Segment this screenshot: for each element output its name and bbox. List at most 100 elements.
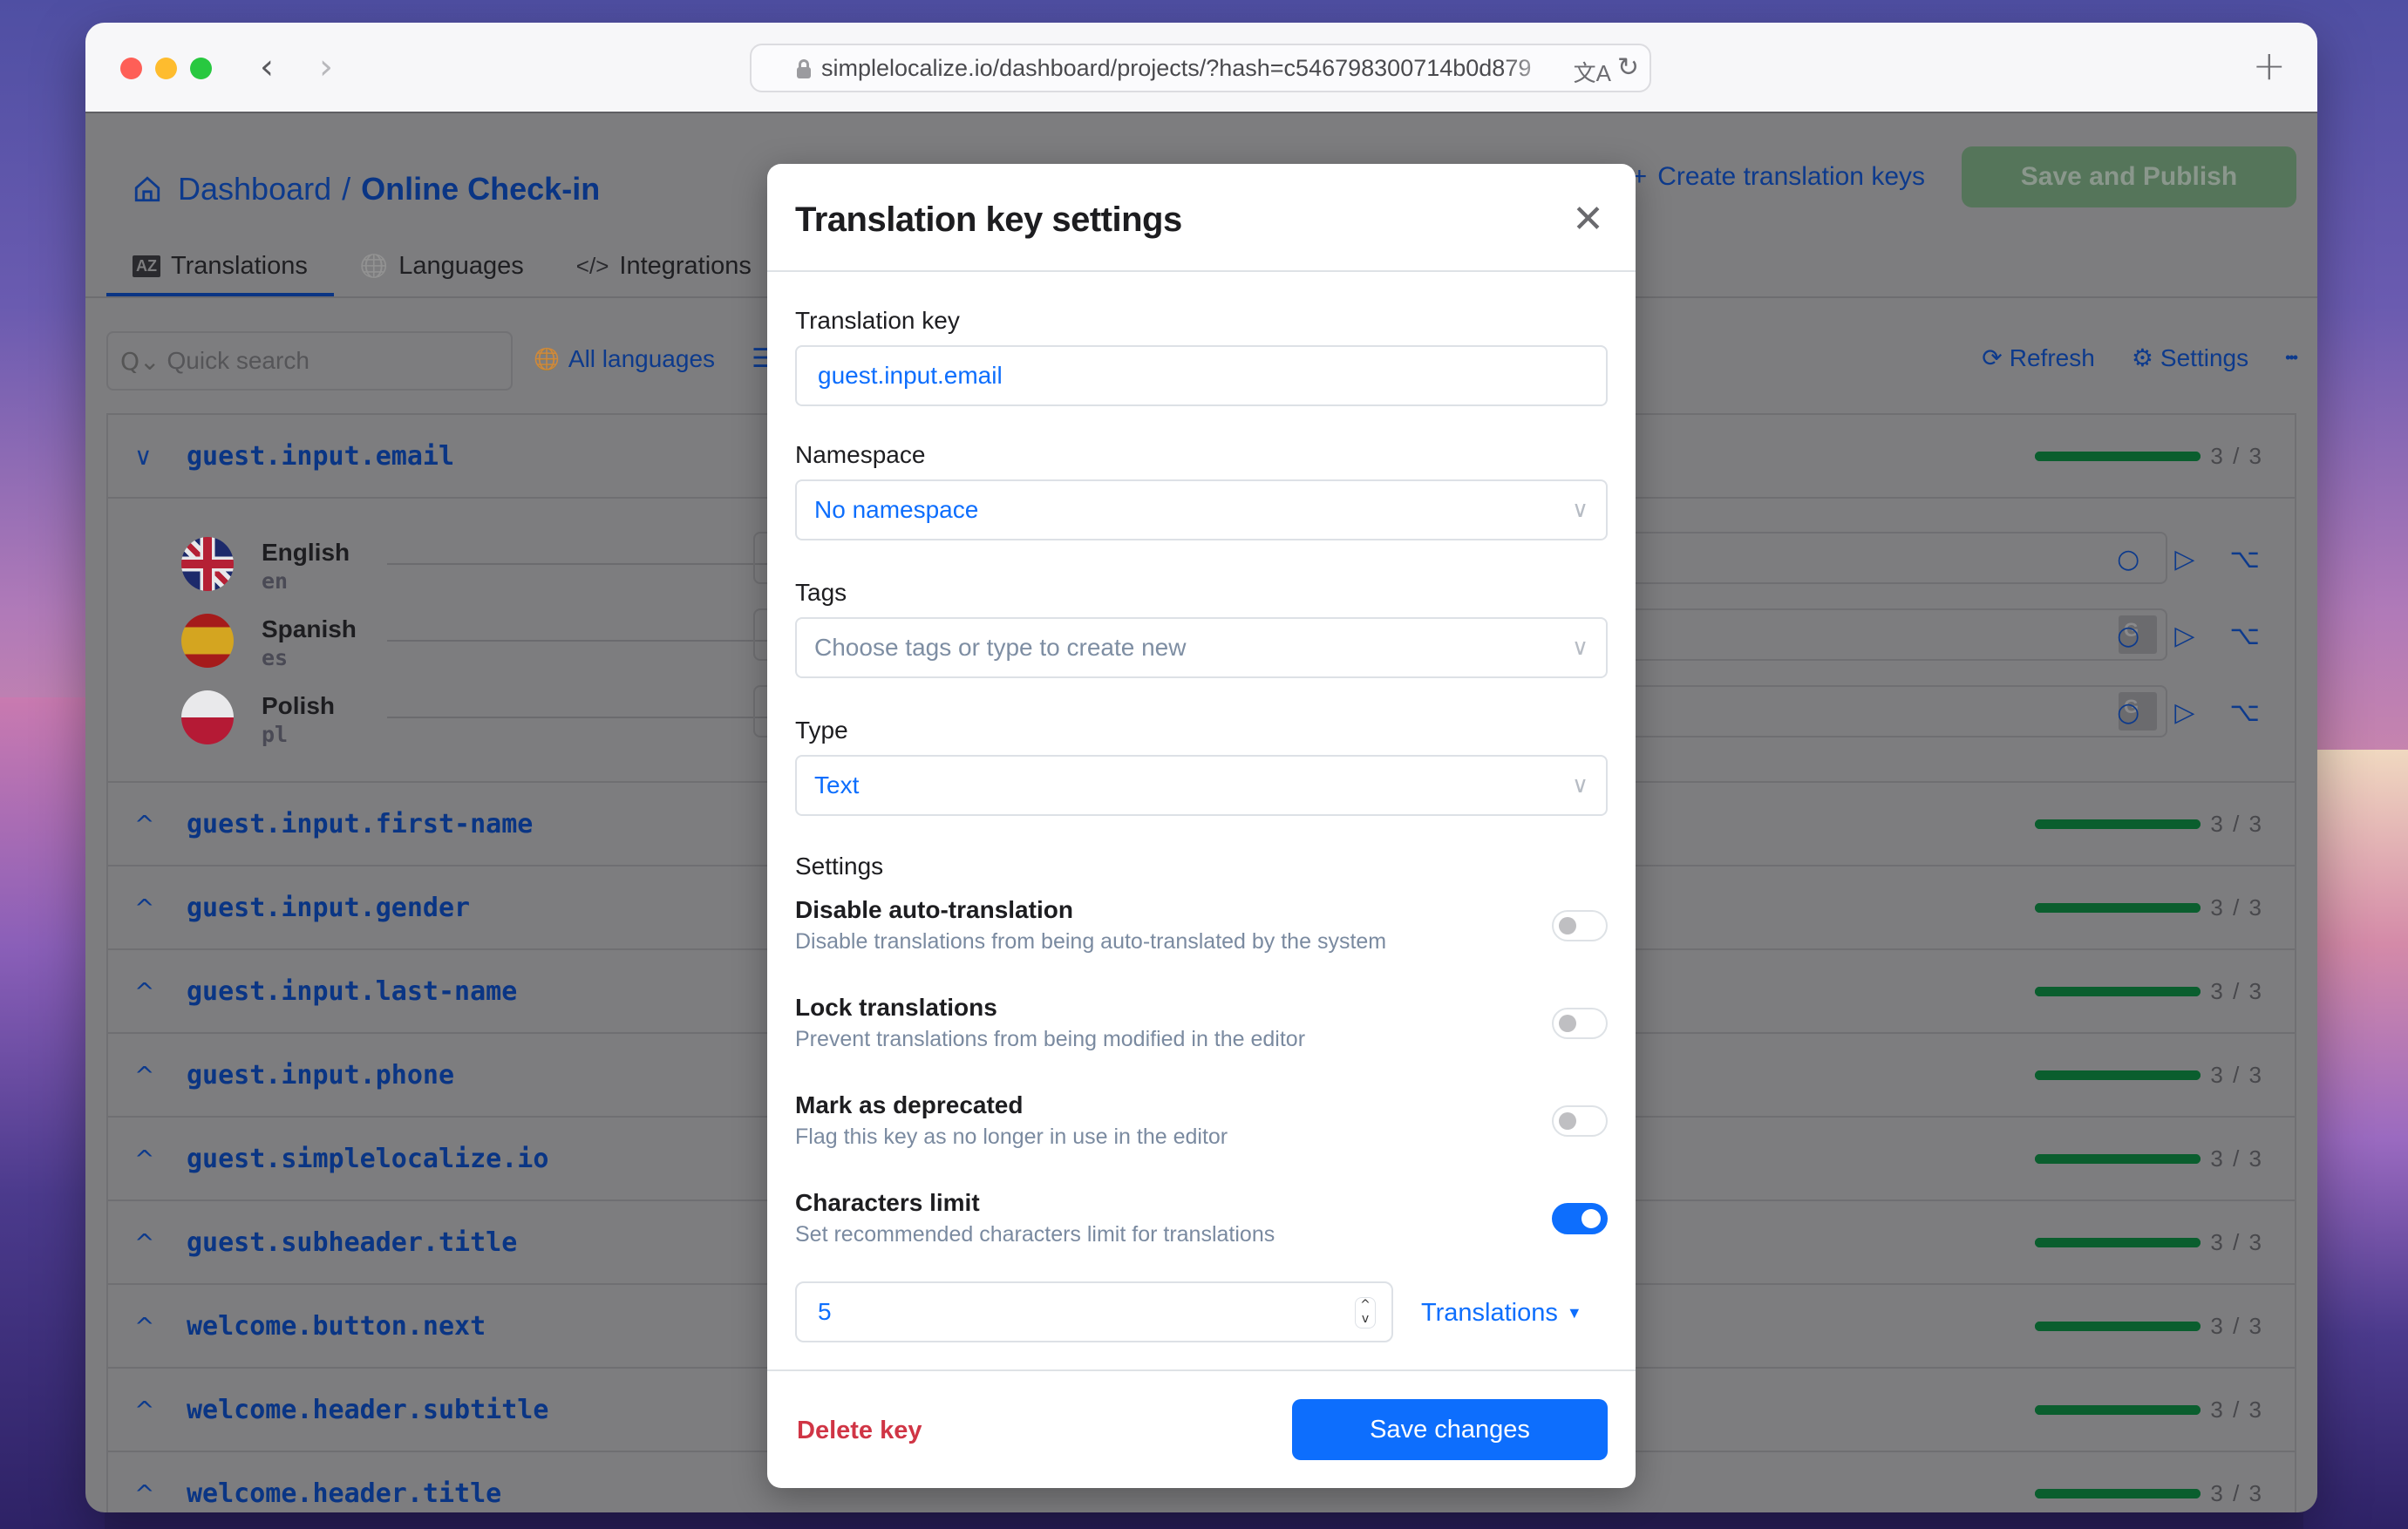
setting-description: Set recommended characters limit for tra… (795, 1222, 1275, 1247)
namespace-select[interactable]: No namespace ∨ (795, 479, 1608, 540)
key-name[interactable]: guest.input.email (187, 441, 454, 472)
url-text[interactable]: simplelocalize.io/dashboard/projects/?ha… (821, 55, 1562, 82)
translation-key-value: guest.input.email (818, 362, 1003, 389)
tab-integrations[interactable]: </> Integrations (550, 235, 778, 296)
setting-disable-auto-translation: Disable auto-translation Disable transla… (795, 896, 1608, 969)
progress-fill (2035, 1070, 2201, 1080)
progress-fill (2035, 819, 2201, 829)
quick-search-input[interactable]: Q⌄ Quick search (106, 331, 513, 391)
zoom-window-button[interactable] (190, 58, 212, 79)
translation-key-input[interactable]: guest.input.email (795, 345, 1608, 406)
tab-languages[interactable]: 🌐 Languages (334, 235, 550, 296)
globe-icon: 🌐 (359, 252, 389, 279)
review-status-icon[interactable]: ○ (2117, 697, 2139, 728)
forward-icon[interactable]: › (319, 47, 333, 87)
caret-down-icon: ▼ (1566, 1304, 1582, 1322)
reload-icon[interactable]: ↻ (1617, 52, 1639, 83)
limit-scope-dropdown[interactable]: Translations ▼ (1421, 1299, 1582, 1328)
play-icon[interactable]: ▷ (2174, 621, 2194, 651)
chevron-down-icon: ∨ (1571, 497, 1588, 523)
review-status-icon[interactable]: ○ (2117, 621, 2139, 651)
progress-count: 3 / 3 (2210, 1312, 2263, 1339)
address-bar[interactable]: simplelocalize.io/dashboard/projects/?ha… (750, 44, 1651, 92)
modal-header: Translation key settings ✕ (767, 164, 1636, 272)
key-name[interactable]: welcome.header.subtitle (187, 1395, 548, 1425)
tab-label: Integrations (619, 251, 752, 280)
minimize-window-button[interactable] (155, 58, 177, 79)
key-name[interactable]: guest.input.last-name (187, 976, 517, 1007)
key-name[interactable]: guest.input.gender (187, 893, 470, 923)
chevron-down-icon[interactable]: ∨ (134, 442, 153, 471)
all-languages-filter[interactable]: 🌐 All languages (534, 345, 715, 373)
option-icon[interactable]: ⌥ (2229, 697, 2260, 728)
progress-bar (2035, 1153, 2201, 1164)
modal-title: Translation key settings (795, 200, 1182, 239)
language-name: English (262, 539, 350, 566)
play-icon[interactable]: ▷ (2174, 544, 2194, 574)
number-stepper[interactable]: ^ v (1355, 1297, 1376, 1329)
chevron-up-icon[interactable]: ^ (134, 1479, 154, 1508)
setting-title: Lock translations (795, 994, 997, 1021)
chevron-up-icon[interactable]: ^ (134, 810, 154, 839)
progress-count: 3 / 3 (2210, 977, 2263, 1004)
chevron-up-icon[interactable]: ^ (134, 894, 154, 922)
close-window-button[interactable] (120, 58, 142, 79)
modal-footer: Delete key Save changes (767, 1369, 1636, 1488)
save-and-publish-button[interactable]: Save and Publish (1962, 146, 2296, 207)
delete-key-button[interactable]: Delete key (797, 1417, 922, 1445)
poland-flag-icon (181, 690, 234, 744)
globe-icon: 🌐 (534, 347, 560, 371)
browser-titlebar: ‹ › simplelocalize.io/dashboard/projects… (85, 23, 2317, 113)
progress-count: 3 / 3 (2210, 1479, 2263, 1506)
progress-fill (2035, 986, 2201, 996)
type-select[interactable]: Text ∨ (795, 755, 1608, 816)
tags-select[interactable]: Choose tags or type to create new ∨ (795, 617, 1608, 678)
characters-limit-toggle[interactable] (1552, 1203, 1608, 1234)
stepper-down-icon[interactable]: v (1356, 1312, 1375, 1326)
key-name[interactable]: guest.subheader.title (187, 1227, 517, 1258)
chevron-up-icon[interactable]: ^ (134, 1312, 154, 1341)
language-name: Spanish (262, 615, 357, 642)
settings-section-title: Settings (795, 853, 884, 880)
chevron-up-icon[interactable]: ^ (134, 1396, 154, 1424)
option-icon[interactable]: ⌥ (2229, 544, 2260, 574)
refresh-button[interactable]: ⟳ Refresh (1982, 343, 2095, 372)
type-label: Type (795, 717, 848, 744)
setting-description: Flag this key as no longer in use in the… (795, 1125, 1228, 1149)
characters-limit-input[interactable]: 5 ^ v (795, 1281, 1393, 1342)
translate-page-icon[interactable]: 文A (1574, 56, 1611, 88)
chevron-up-icon[interactable]: ^ (134, 977, 154, 1006)
key-name[interactable]: guest.simplelocalize.io (187, 1144, 548, 1174)
key-name[interactable]: welcome.header.title (187, 1478, 501, 1509)
tab-translations[interactable]: AZ Translations (106, 235, 334, 296)
chevron-up-icon[interactable]: ^ (134, 1061, 154, 1090)
setting-description: Disable translations from being auto-tra… (795, 929, 1387, 954)
key-name[interactable]: guest.input.first-name (187, 809, 533, 839)
save-changes-button[interactable]: Save changes (1292, 1399, 1608, 1460)
settings-button[interactable]: ⚙ Settings (2132, 343, 2248, 372)
back-icon[interactable]: ‹ (260, 47, 274, 87)
key-name[interactable]: welcome.button.next (187, 1311, 486, 1342)
review-status-icon[interactable]: ○ (2117, 544, 2139, 574)
code-icon: </> (575, 252, 609, 279)
disable-auto-translation-toggle[interactable] (1552, 910, 1608, 941)
play-icon[interactable]: ▷ (2174, 697, 2194, 728)
option-icon[interactable]: ⌥ (2229, 621, 2260, 651)
breadcrumb-dashboard-link[interactable]: Dashboard (178, 171, 331, 207)
lock-translations-toggle[interactable] (1552, 1008, 1608, 1039)
namespace-label: Namespace (795, 441, 926, 468)
breadcrumb-project: Online Check-in (361, 171, 601, 207)
new-tab-icon[interactable]: + (2252, 42, 2286, 89)
more-options-icon[interactable]: ••• (2285, 349, 2298, 367)
home-icon[interactable] (133, 174, 162, 204)
chevron-up-icon[interactable]: ^ (134, 1228, 154, 1257)
key-name[interactable]: guest.input.phone (187, 1060, 454, 1091)
chevron-up-icon[interactable]: ^ (134, 1145, 154, 1173)
mark-deprecated-toggle[interactable] (1552, 1105, 1608, 1137)
create-translation-keys-button[interactable]: + Create translation keys (1632, 162, 1925, 192)
close-icon[interactable]: ✕ (1572, 197, 1604, 241)
stepper-up-icon[interactable]: ^ (1356, 1298, 1375, 1312)
uk-flag-icon (181, 537, 234, 591)
refresh-icon: ⟳ (1982, 344, 2003, 371)
progress-count: 3 / 3 (2210, 442, 2263, 469)
